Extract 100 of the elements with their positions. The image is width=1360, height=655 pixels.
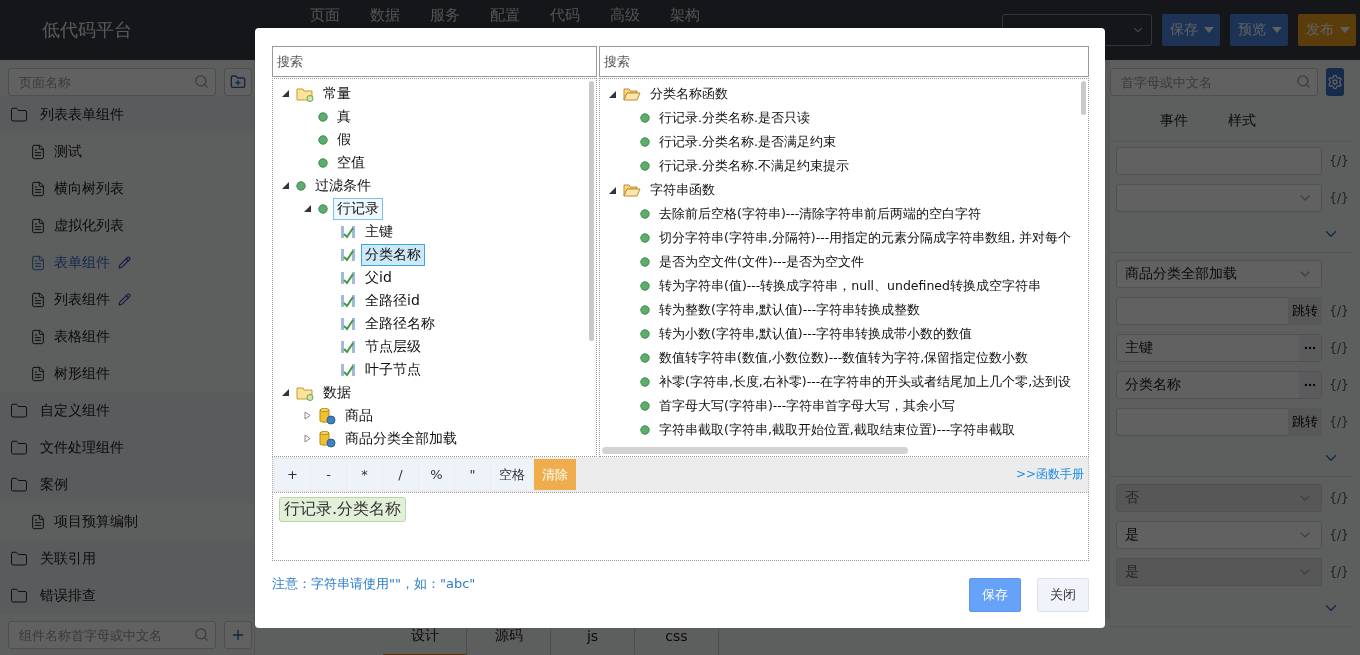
tree-node[interactable]: 叶子节点 (361, 358, 425, 381)
tree-node[interactable]: 父id (361, 266, 396, 289)
app-title: 低代码平台 (41, 18, 133, 42)
tree-node[interactable]: 数据 (319, 381, 355, 404)
tree-node[interactable]: 数值转字符串(数值,小数位数)---数值转为字符,保留指定位数小数 (655, 347, 1033, 369)
tree-node[interactable]: 假 (333, 128, 355, 151)
tree-node[interactable]: 首字母大写(字符串)---字符串首字母大写，其余小写 (655, 395, 960, 417)
more-button[interactable] (1299, 334, 1321, 361)
tree-node[interactable]: 转为小数(字符串,默认值)---字符串转换成带小数的数值 (655, 323, 977, 345)
expanded-arrow-icon[interactable] (607, 185, 617, 195)
page-item[interactable]: 表格组件 (0, 318, 254, 355)
folder-icon (10, 549, 28, 568)
more-button[interactable] (1299, 371, 1321, 398)
picker-field[interactable]: 分类名称 (1116, 370, 1322, 399)
expanded-arrow-icon[interactable] (280, 89, 290, 98)
tree-node[interactable]: 行记录 (333, 197, 383, 220)
tree-node[interactable]: 字符串函数 (646, 179, 719, 201)
select-field[interactable]: 是 (1116, 520, 1322, 549)
binding-toggle[interactable]: {/} (1326, 414, 1352, 429)
select-field[interactable]: 商品分类全部加载 (1116, 259, 1322, 288)
binding-toggle[interactable]: {/} (1326, 303, 1352, 318)
database-icon (318, 429, 336, 448)
caret-icon (1272, 27, 1282, 33)
tree-node[interactable]: 转为整数(字符串,默认值)---字符串转换成整数 (655, 299, 925, 321)
tree-node[interactable]: 去除前后空格(字符串)---清除字符串前后两端的空白字符 (655, 203, 986, 225)
tree-node[interactable]: 全路径名称 (361, 312, 439, 335)
manual-link[interactable]: >>函数手册 (1015, 466, 1084, 483)
binding-toggle[interactable]: {/} (1326, 527, 1352, 542)
select-field[interactable] (1116, 183, 1322, 212)
binding-toggle[interactable]: {/} (1326, 153, 1352, 168)
field-icon (340, 292, 356, 309)
tree-node[interactable]: 分类名称 (361, 243, 425, 266)
expanded-arrow-icon[interactable] (280, 388, 290, 397)
collapsed-arrow-icon[interactable] (302, 411, 312, 420)
page-item[interactable]: 列表组件 (0, 281, 254, 318)
add-folder-button[interactable] (224, 68, 252, 96)
binding-toggle[interactable]: {/} (1326, 190, 1352, 205)
operator-button[interactable]: " (455, 459, 490, 490)
expanded-arrow-icon[interactable] (302, 204, 312, 213)
operator-button[interactable]: - (311, 459, 346, 490)
action-button[interactable]: 保存 (1162, 14, 1220, 46)
tree-node[interactable]: 常量 (319, 82, 355, 105)
operator-button[interactable]: % (419, 459, 454, 490)
tree-node[interactable]: 行记录.分类名称.不满足约束提示 (655, 155, 853, 177)
action-button[interactable]: 预览 (1230, 14, 1288, 46)
dialog-button[interactable]: 保存 (969, 578, 1021, 612)
page-item[interactable]: 表单组件 (0, 244, 254, 281)
picker-field[interactable]: 主键 (1116, 333, 1322, 362)
add-button[interactable] (224, 621, 252, 649)
operator-button[interactable]: / (383, 459, 418, 490)
tree-node[interactable]: 商品 (341, 404, 377, 427)
tree-node[interactable]: 空值 (333, 151, 369, 174)
dot-icon (640, 209, 650, 219)
tree-node[interactable]: 转为字符串(值)---转换成字符串，null、undefined转换成空字符串 (655, 275, 1045, 297)
page-item[interactable]: 虚拟化列表 (0, 207, 254, 244)
collapsed-arrow-icon[interactable] (302, 434, 312, 443)
folder-icon (296, 384, 314, 401)
tree-node[interactable]: 分类名称函数 (646, 83, 732, 105)
tree-node[interactable]: 过滤条件 (311, 174, 375, 197)
expression-token[interactable]: 行记录.分类名称 (279, 497, 407, 522)
dot-icon (640, 353, 650, 363)
action-button[interactable]: 发布 (1298, 14, 1356, 46)
binding-toggle[interactable]: {/} (1326, 340, 1352, 355)
tree-node[interactable]: 切分字符串(字符串,分隔符)---用指定的元素分隔成字符串数组, 并对每个 (655, 227, 1076, 249)
scrollbar-thumb[interactable] (589, 81, 594, 341)
jump-button[interactable]: 跳转 (1288, 296, 1322, 325)
tree-node[interactable]: 商品分类全部加载 (341, 427, 461, 450)
page-item[interactable]: 树形组件 (0, 355, 254, 392)
expanded-arrow-icon[interactable] (280, 181, 290, 190)
dialog-button[interactable]: 关闭 (1037, 578, 1089, 612)
panel-tab[interactable]: 事件 (1160, 107, 1188, 134)
tree-node[interactable]: 全路径id (361, 289, 424, 312)
operator-button[interactable]: * (347, 459, 382, 490)
jump-button[interactable]: 跳转 (1288, 407, 1322, 436)
settings-button[interactable] (1326, 68, 1344, 96)
page-item[interactable]: 项目预算编制 (0, 503, 254, 540)
expression-field[interactable]: 行记录.分类名称 (272, 492, 1089, 561)
page-item[interactable]: 横向树列表 (0, 170, 254, 207)
document-icon (30, 513, 46, 530)
dot-icon (640, 257, 650, 267)
tree-node[interactable]: 主键 (361, 220, 397, 243)
page-item[interactable]: 测试 (0, 133, 254, 170)
search-field[interactable]: 搜索 (272, 46, 597, 77)
search-field[interactable]: 搜索 (599, 46, 1089, 77)
tree-node[interactable]: 字符串截取(字符串,截取开始位置,截取结束位置)---字符串截取 (655, 419, 1020, 441)
operator-button[interactable]: 清除 (534, 459, 576, 490)
tree-node[interactable]: 节点层级 (361, 335, 425, 358)
tree-node[interactable]: 是否为空文件(文件)---是否为空文件 (655, 251, 869, 273)
tree-node[interactable]: 补零(字符串,长度,右补零)---在字符串的开头或者结尾加上几个零,达到设 (655, 371, 1076, 393)
scrollbar-thumb[interactable] (1081, 81, 1086, 115)
tree-node[interactable]: 行记录.分类名称.是否满足约束 (655, 131, 840, 153)
operator-button[interactable]: + (275, 459, 310, 490)
operator-button[interactable]: 空格 (491, 459, 533, 490)
dot-icon (318, 157, 328, 168)
expanded-arrow-icon[interactable] (607, 89, 617, 99)
panel-tab[interactable]: 样式 (1228, 107, 1256, 134)
tree-node[interactable]: 真 (333, 105, 355, 128)
scrollbar-thumb[interactable] (602, 447, 908, 454)
binding-toggle[interactable]: {/} (1326, 377, 1352, 392)
tree-node[interactable]: 行记录.分类名称.是否只读 (655, 107, 814, 129)
